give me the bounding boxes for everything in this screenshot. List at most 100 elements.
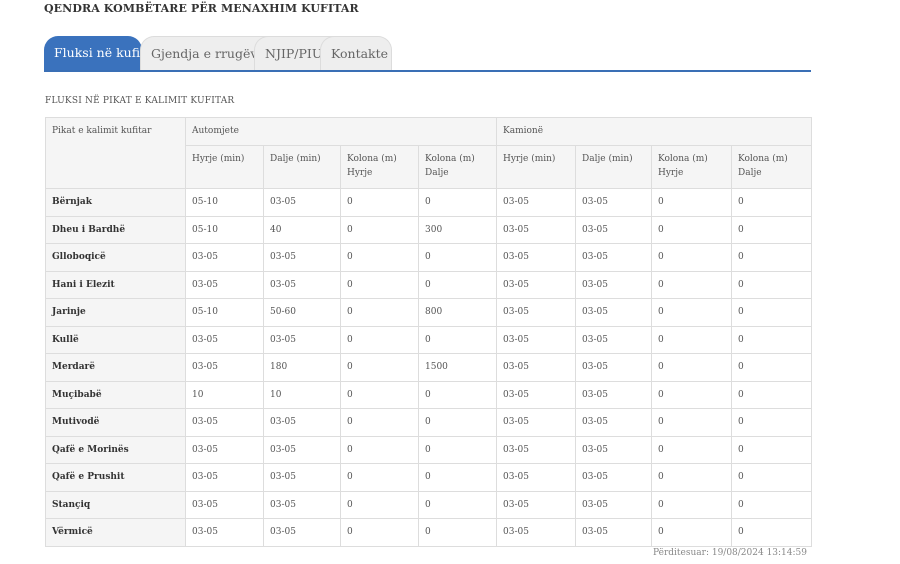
table-cell: 03-05 [575, 380, 652, 409]
table-cell: 0 [340, 380, 419, 409]
table-cell: 0 [730, 408, 813, 437]
header-vehicles-queue-entry: Kolona (m) Hyrje [340, 145, 419, 189]
header-vehicles-queue-exit: Kolona (m) Dalje [418, 145, 497, 189]
page-title: QENDRA KOMBËTARE PËR MENAXHIM KUFITAR [44, 2, 359, 15]
table-cell: 0 [418, 408, 497, 437]
tab-fluksi-ne-kufi[interactable]: Fluksi në kufi [44, 36, 142, 70]
table-row: Qafë e Prushit 03-05 03-05 0 0 03-05 03-05 0 0 [45, 463, 813, 492]
border-flow-table: Pikat e kalimit kufitar Automjete Kamion… [45, 117, 813, 547]
table-cell: 0 [730, 325, 813, 354]
table-cell: 03-05 [496, 325, 576, 354]
table-cell: 0 [340, 518, 419, 547]
table-cell: 03-05 [496, 380, 576, 409]
table-cell: 0 [340, 490, 419, 519]
table-cell: 03-05 [263, 435, 341, 464]
table-cell: 0 [730, 270, 813, 299]
table-cell: 03-05 [496, 490, 576, 519]
table-cell: 03-05 [496, 270, 576, 299]
table-cell: 03-05 [263, 325, 341, 354]
table-cell: 0 [730, 518, 813, 547]
table-cell: 0 [730, 380, 813, 409]
table-cell: 05-10 [185, 215, 264, 244]
table-cell: 03-05 [263, 243, 341, 272]
crossing-point-name: Bërnjak [45, 188, 186, 217]
table-cell: 0 [651, 270, 732, 299]
crossing-point-name: Dheu i Bardhë [45, 215, 186, 244]
table-cell: 0 [418, 463, 497, 492]
table-cell: 03-05 [575, 243, 652, 272]
table-cell: 03-05 [185, 435, 264, 464]
crossing-point-name: Mutivodë [45, 408, 186, 437]
crossing-point-name: Hani i Elezit [45, 270, 186, 299]
table-row: Mutivodë 03-05 03-05 0 0 03-05 03-05 0 0 [45, 408, 813, 437]
table-cell: 0 [651, 408, 732, 437]
table-cell: 800 [418, 298, 497, 327]
table-cell: 300 [418, 215, 497, 244]
table-cell: 03-05 [263, 518, 341, 547]
table-cell: 03-05 [263, 490, 341, 519]
table-cell: 0 [651, 298, 732, 327]
table-cell: 10 [185, 380, 264, 409]
table-cell: 03-05 [496, 408, 576, 437]
table-cell: 0 [340, 435, 419, 464]
table-cell: 50-60 [263, 298, 341, 327]
table-cell: 0 [418, 490, 497, 519]
header-trucks-queue-entry: Kolona (m) Hyrje [651, 145, 732, 189]
table-cell: 0 [418, 435, 497, 464]
table-cell: 0 [730, 435, 813, 464]
table-cell: 0 [340, 353, 419, 382]
table-cell: 03-05 [496, 298, 576, 327]
table-row: Muçibabë 10 10 0 0 03-05 03-05 0 0 [45, 380, 813, 409]
table-row: Hani i Elezit 03-05 03-05 0 0 03-05 03-05 0 0 [45, 270, 813, 299]
table-body: Bërnjak 05-10 03-05 0 0 03-05 03-05 0 0 Dheu i Ba… [45, 188, 813, 547]
table-row: Merdarë 03-05 180 0 1500 03-05 03-05 0 0 [45, 353, 813, 382]
table-cell: 0 [418, 325, 497, 354]
table-cell: 0 [651, 380, 732, 409]
tab-bar: Fluksi në kufi Gjendja e rrugëve NJIP/PI… [44, 36, 811, 72]
table-cell: 03-05 [185, 243, 264, 272]
table-cell: 03-05 [263, 188, 341, 217]
table-cell: 0 [340, 298, 419, 327]
table-cell: 0 [340, 243, 419, 272]
table-cell: 03-05 [496, 353, 576, 382]
table-cell: 0 [730, 490, 813, 519]
table-cell: 0 [651, 243, 732, 272]
table-cell: 05-10 [185, 298, 264, 327]
table-cell: 0 [730, 298, 813, 327]
table-row: Qafë e Morinës 03-05 03-05 0 0 03-05 03-05 0 0 [45, 435, 813, 464]
table-row: Dheu i Bardhë 05-10 40 0 300 03-05 03-05 0 0 [45, 215, 813, 244]
section-title: FLUKSI NË PIKAT E KALIMIT KUFITAR [45, 96, 235, 106]
header-group-trucks: Kamionë [495, 117, 813, 146]
table-cell: 0 [418, 188, 497, 217]
crossing-point-name: Jarinje [45, 298, 186, 327]
table-cell: 0 [651, 490, 732, 519]
table-row: Glloboqicë 03-05 03-05 0 0 03-05 03-05 0 0 [45, 243, 813, 272]
table-cell: 1500 [418, 353, 497, 382]
table-cell: 03-05 [575, 188, 652, 217]
table-cell: 03-05 [185, 490, 264, 519]
table-cell: 03-05 [575, 325, 652, 354]
header-vehicles-exit-min: Dalje (min) [263, 145, 341, 189]
table-cell: 0 [340, 408, 419, 437]
table-row: Stançiq 03-05 03-05 0 0 03-05 03-05 0 0 [45, 490, 813, 519]
table-cell: 03-05 [496, 463, 576, 492]
header-trucks-entry-min: Hyrje (min) [496, 145, 576, 189]
table-cell: 03-05 [263, 270, 341, 299]
tab-kontakte[interactable]: Kontakte [320, 36, 392, 70]
table-cell: 0 [418, 518, 497, 547]
table-cell: 0 [340, 463, 419, 492]
table-cell: 0 [340, 215, 419, 244]
table-cell: 180 [263, 353, 341, 382]
table-cell: 03-05 [185, 325, 264, 354]
table-row: Jarinje 05-10 50-60 0 800 03-05 03-05 0 0 [45, 298, 813, 327]
table-row: Vërmicë 03-05 03-05 0 0 03-05 03-05 0 0 [45, 518, 813, 547]
header-trucks-exit-min: Dalje (min) [575, 145, 652, 189]
table-cell: 0 [651, 518, 732, 547]
table-cell: 05-10 [185, 188, 264, 217]
table-cell: 0 [651, 215, 732, 244]
header-trucks-queue-exit: Kolona (m) Dalje [730, 145, 813, 189]
table-cell: 0 [730, 243, 813, 272]
table-cell: 03-05 [575, 353, 652, 382]
crossing-point-name: Merdarë [45, 353, 186, 382]
table-cell: 0 [730, 353, 813, 382]
